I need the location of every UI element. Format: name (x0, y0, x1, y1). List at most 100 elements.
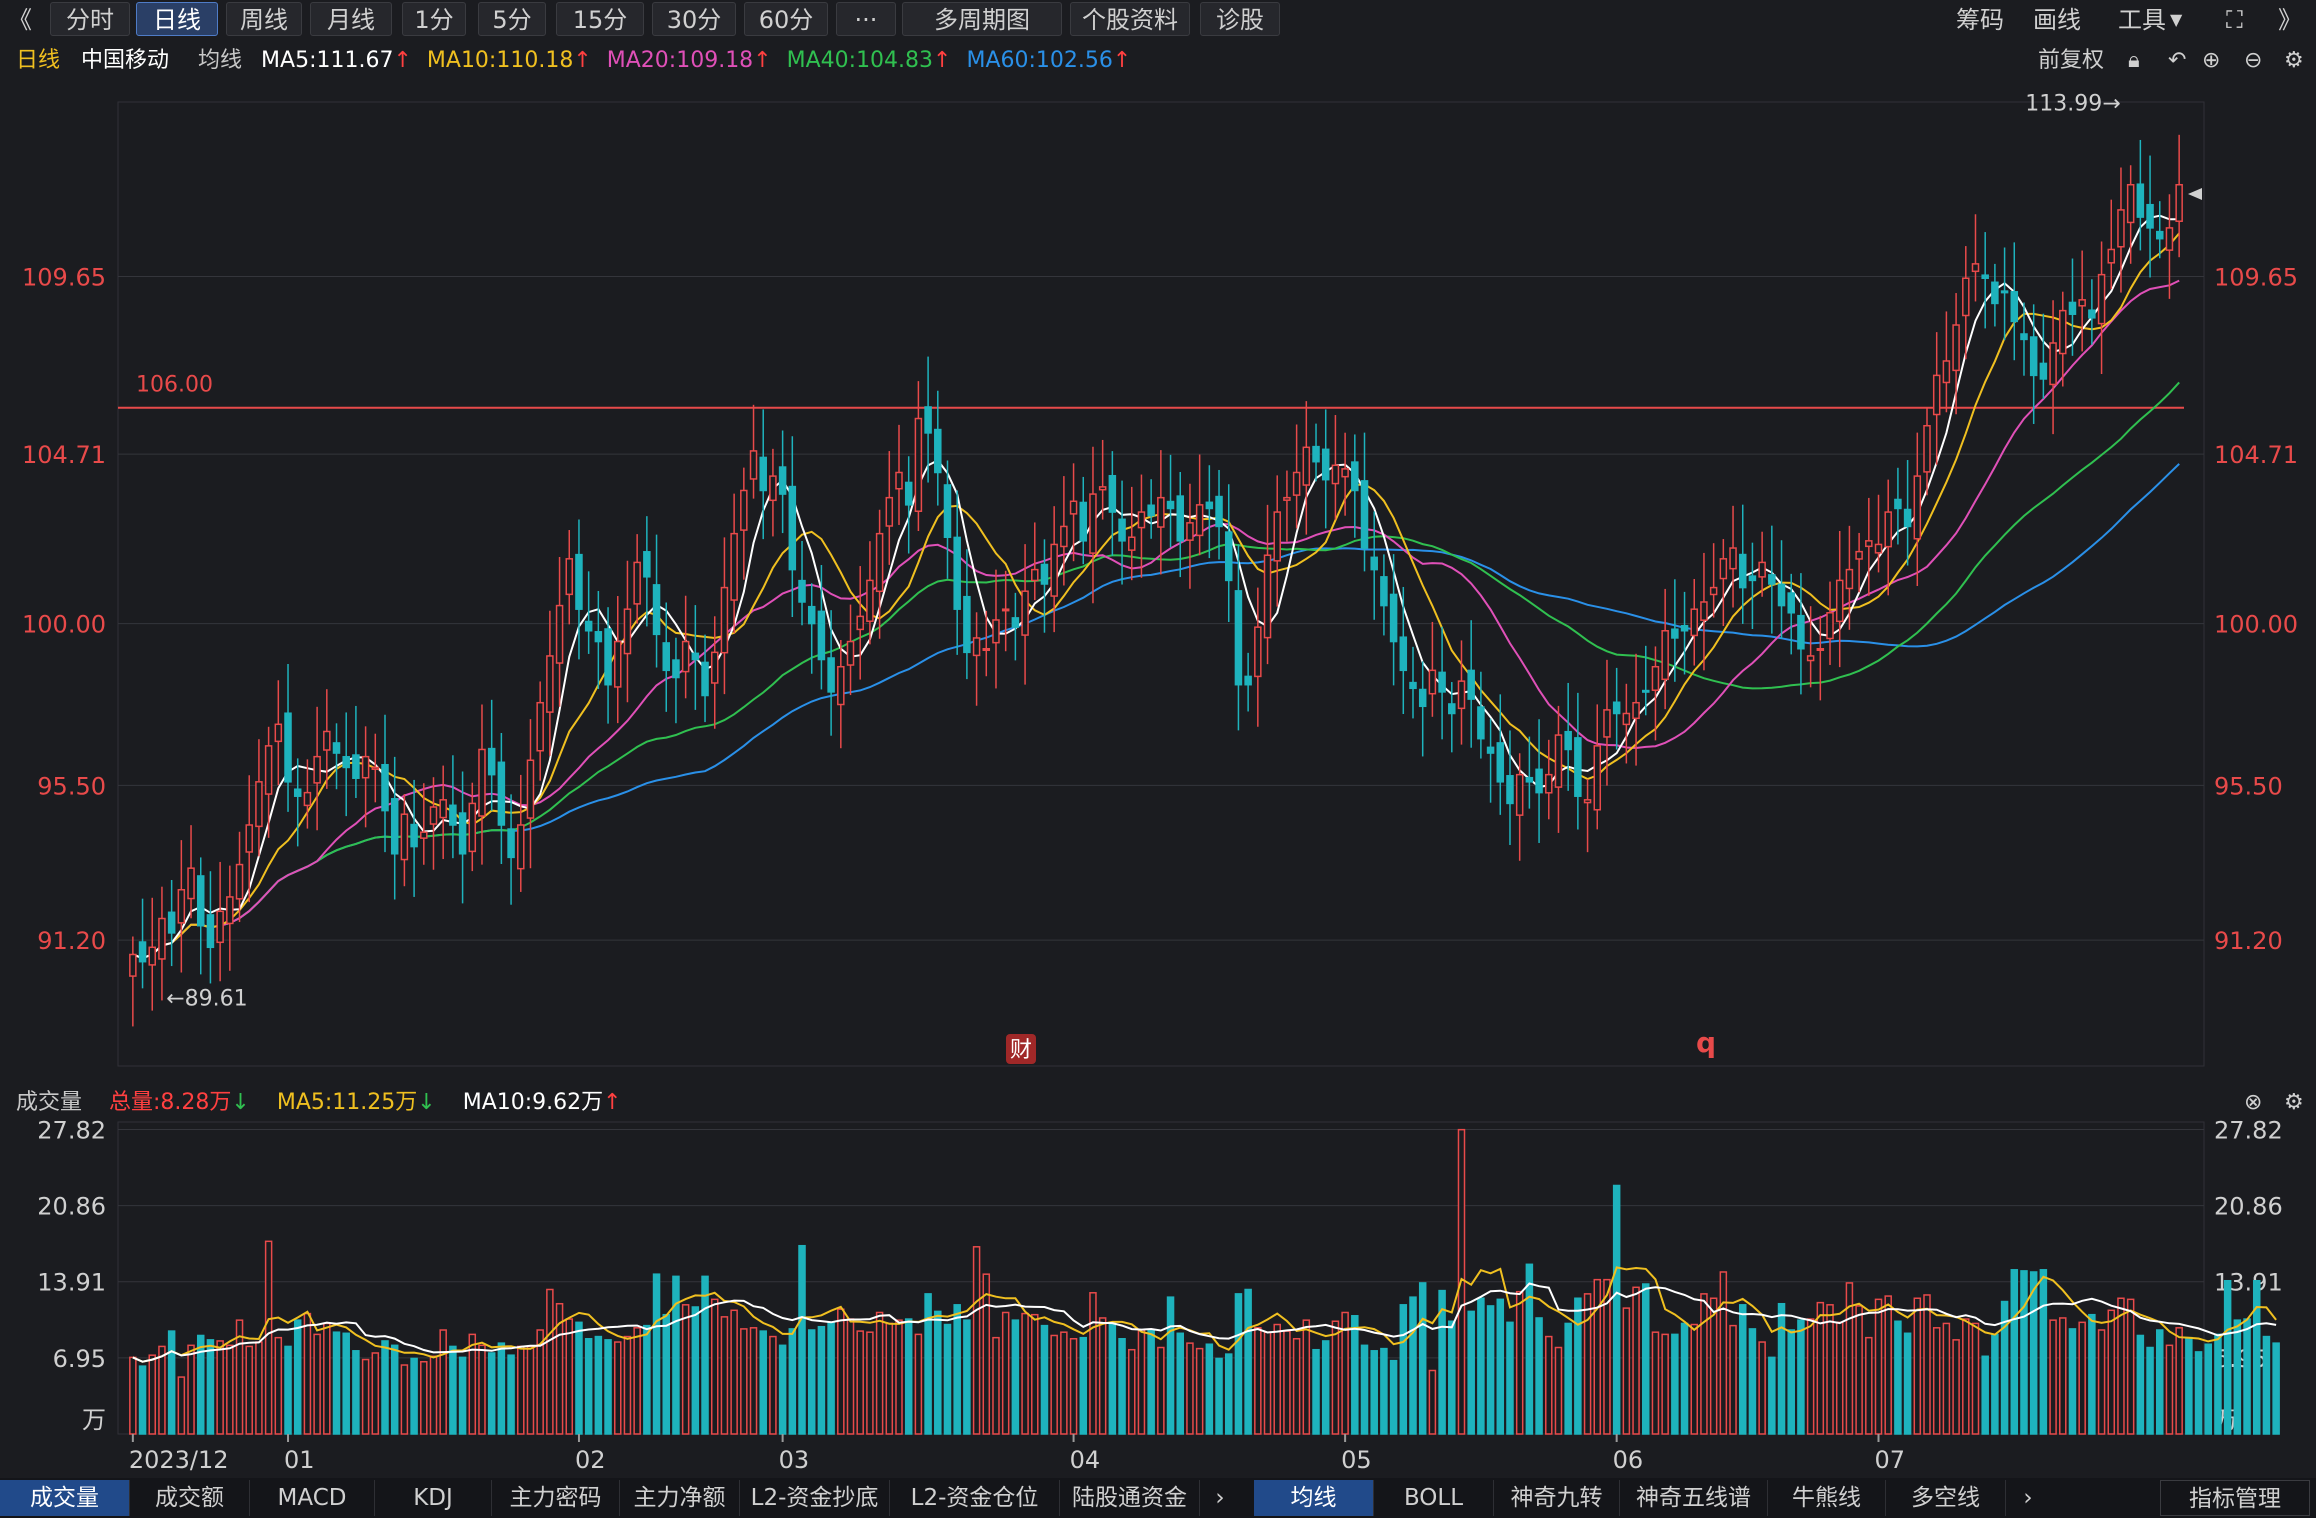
kline-chart[interactable]: 109.65 109.65 104.71 104.71 100.00 100.00 95.5… (0, 0, 2316, 1518)
candle[interactable] (1089, 446, 1097, 604)
candle[interactable] (2107, 199, 2116, 290)
volume-bar[interactable] (2097, 1329, 2106, 1435)
volume-bar[interactable] (740, 1328, 748, 1435)
volume-bar[interactable] (303, 1312, 312, 1435)
volume-bar[interactable] (1428, 1369, 1437, 1435)
volume-bar[interactable] (255, 1341, 263, 1435)
volume-bar[interactable] (1477, 1297, 1485, 1435)
candle[interactable] (1525, 736, 1534, 809)
candle[interactable] (837, 640, 845, 749)
candle[interactable] (807, 583, 816, 674)
candle[interactable] (167, 879, 176, 967)
volume-bar[interactable] (2117, 1297, 2125, 1435)
candle[interactable] (226, 865, 234, 971)
volume-bar[interactable] (1292, 1338, 1301, 1435)
volume-bar[interactable] (778, 1344, 787, 1435)
candle[interactable] (1680, 591, 1689, 675)
volume-bar[interactable] (1031, 1313, 1039, 1435)
candle[interactable] (1118, 480, 1126, 585)
candle[interactable] (439, 765, 447, 860)
volume-bar[interactable] (1205, 1343, 1214, 1435)
volume-bar[interactable] (691, 1306, 700, 1435)
candle[interactable] (2088, 279, 2096, 345)
volume-bar[interactable] (643, 1324, 651, 1435)
volume-bar[interactable] (575, 1321, 583, 1435)
indicator-tab-8[interactable]: 陆股通资金 (1060, 1480, 1200, 1516)
volume-bar[interactable] (1215, 1357, 1223, 1435)
candle[interactable] (400, 794, 409, 887)
volume-bar[interactable] (177, 1376, 186, 1435)
overlay-tab-2[interactable]: 神奇九转 (1494, 1480, 1620, 1516)
candle[interactable] (1351, 434, 1359, 538)
volume-bar[interactable] (148, 1354, 157, 1435)
candle[interactable] (410, 779, 418, 897)
volume-bar[interactable] (1234, 1293, 1243, 1435)
candle[interactable] (1981, 232, 1989, 329)
volume-bar[interactable] (1971, 1322, 1980, 1435)
candle[interactable] (1865, 497, 1873, 596)
candle[interactable] (1176, 472, 1185, 578)
volume-bar[interactable] (400, 1364, 409, 1435)
volume-bar[interactable] (1331, 1320, 1340, 1435)
candle[interactable] (371, 733, 380, 803)
volume-bar[interactable] (1835, 1321, 1844, 1435)
volume-bar[interactable] (226, 1344, 234, 1435)
volume-bar[interactable] (1021, 1312, 1029, 1435)
chevron-right-icon[interactable]: › (2008, 1480, 2048, 1516)
candle[interactable] (710, 616, 719, 729)
volume-bar[interactable] (2078, 1321, 2086, 1435)
indicator-tab-4[interactable]: 主力密码 (492, 1480, 620, 1516)
candle[interactable] (633, 534, 641, 624)
volume-bar[interactable] (1370, 1350, 1378, 1435)
volume-bar[interactable] (2049, 1319, 2057, 1435)
volume-bar[interactable] (1089, 1292, 1097, 1435)
volume-bar[interactable] (274, 1336, 283, 1435)
volume-bar[interactable] (2088, 1313, 2096, 1435)
candle[interactable] (303, 759, 312, 829)
volume-bar[interactable] (1040, 1324, 1049, 1435)
volume-bar[interactable] (1622, 1307, 1631, 1435)
volume-bar[interactable] (381, 1340, 389, 1435)
volume-bar[interactable] (1787, 1329, 1795, 1435)
volume-bar[interactable] (371, 1352, 380, 1435)
volume-bar[interactable] (1418, 1282, 1427, 1435)
volume-bar[interactable] (1389, 1359, 1398, 1435)
volume-bar[interactable] (1515, 1290, 1524, 1435)
candle[interactable] (2175, 134, 2183, 258)
candle[interactable] (1952, 293, 1960, 415)
volume-bar[interactable] (2165, 1344, 2174, 1435)
volume-bar[interactable] (1050, 1334, 1058, 1435)
candle[interactable] (963, 549, 971, 680)
volume-bar[interactable] (1060, 1331, 1068, 1435)
candle[interactable] (914, 381, 923, 532)
volume-bar[interactable] (1321, 1340, 1330, 1435)
candle[interactable] (953, 490, 961, 655)
candle[interactable] (2126, 165, 2135, 264)
candle[interactable] (1273, 475, 1281, 607)
candle[interactable] (1040, 539, 1049, 633)
volume-bar[interactable] (158, 1345, 166, 1435)
volume-bar[interactable] (264, 1240, 273, 1435)
volume-bar[interactable] (1719, 1271, 1728, 1435)
candle[interactable] (1244, 652, 1252, 712)
volume-bar[interactable] (323, 1322, 331, 1435)
volume-bar[interactable] (2252, 1279, 2261, 1435)
volume-bar[interactable] (1157, 1346, 1165, 1435)
volume-bar[interactable] (1806, 1318, 1815, 1435)
volume-bar[interactable] (352, 1350, 360, 1435)
candle[interactable] (856, 566, 864, 680)
volume-bar[interactable] (1467, 1310, 1475, 1435)
candle[interactable] (1835, 531, 1844, 668)
candle[interactable] (681, 595, 690, 699)
volume-bar[interactable] (129, 1356, 137, 1435)
volume-bar[interactable] (1351, 1315, 1359, 1435)
volume-bar[interactable] (1380, 1347, 1388, 1435)
volume-bar[interactable] (943, 1323, 952, 1435)
candle[interactable] (1283, 470, 1291, 542)
volume-bar[interactable] (1661, 1333, 1669, 1435)
candle[interactable] (1962, 246, 1970, 360)
candle[interactable] (972, 612, 981, 706)
volume-bar[interactable] (2039, 1269, 2048, 1435)
volume-bar[interactable] (837, 1308, 845, 1435)
volume-bar[interactable] (1913, 1297, 1922, 1435)
